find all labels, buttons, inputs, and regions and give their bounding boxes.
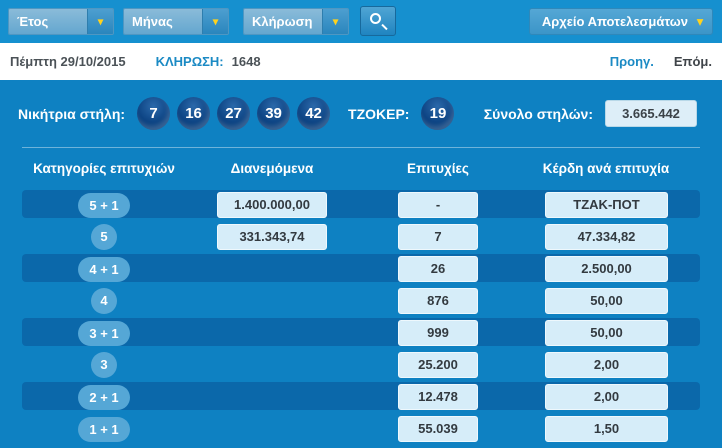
lottery-ball: 39 [257, 97, 291, 130]
chevron-down-icon[interactable] [87, 9, 113, 34]
category-badge: 4 [91, 288, 117, 314]
draw-dropdown[interactable]: Κλήρωση [243, 8, 349, 35]
year-dropdown-label: Έτος [9, 9, 87, 34]
category-cell: 4 [22, 285, 186, 317]
column-header-prize: Κέρδη ανά επιτυχία [542, 161, 670, 176]
table-row: 3 + 1 999 50,00 [0, 317, 722, 349]
winners-count: 876 [398, 288, 478, 314]
category-badge: 1 + 1 [78, 416, 130, 442]
prize-per-winner: 1,50 [545, 416, 668, 442]
prize-per-winner: 47.334,82 [545, 224, 668, 250]
draw-navigation: Προηγ. Επόμ. [610, 54, 712, 69]
prize-per-winner: 50,00 [545, 320, 668, 346]
winning-column-label: Νικήτρια στήλη: [18, 105, 126, 122]
category-badge: 2 + 1 [78, 384, 130, 410]
results-archive-label: Αρχείο Αποτελεσμάτων [541, 14, 688, 29]
table-row: 4 876 50,00 [0, 285, 722, 317]
lottery-ball: 42 [297, 97, 331, 130]
total-columns-value: 3.665.442 [605, 100, 697, 127]
category-cell: 3 [22, 349, 186, 381]
winners-count: 999 [398, 320, 478, 346]
chevron-down-icon[interactable] [322, 9, 348, 34]
table-row: 1 + 1 55.039 1,50 [0, 413, 722, 445]
prize-per-winner: 50,00 [545, 288, 668, 314]
prize-per-winner: 2,00 [545, 352, 668, 378]
column-header-distributed: Διανεμόμενα [230, 161, 314, 176]
category-cell: 4 + 1 [22, 253, 186, 285]
draw-date: Πέμπτη 29/10/2015 [10, 54, 126, 69]
lottery-ball: 27 [217, 97, 251, 130]
winners-count: 12.478 [398, 384, 478, 410]
winning-number-balls: 7 16 27 39 42 [137, 97, 331, 130]
category-badge: 5 [91, 224, 117, 250]
winners-count: - [398, 192, 478, 218]
table-row: 3 25.200 2,00 [0, 349, 722, 381]
column-header-winners: Επιτυχίες [407, 161, 469, 176]
category-cell: 3 + 1 [22, 317, 186, 349]
filter-toolbar: Έτος Μήνας Κλήρωση Αρχείο Αποτελεσμάτων [0, 0, 722, 43]
category-cell: 5 + 1 [22, 189, 186, 221]
draw-dropdown-label: Κλήρωση [244, 9, 322, 34]
total-columns-label: Σύνολο στηλών: [483, 105, 593, 122]
table-row: 5 + 1 1.400.000,00 - ΤΖΑΚ-ΠΟΤ [0, 189, 722, 221]
chevron-down-icon [692, 9, 708, 36]
category-cell: 5 [22, 221, 186, 253]
month-dropdown[interactable]: Μήνας [123, 8, 229, 35]
category-badge: 4 + 1 [78, 256, 130, 282]
year-dropdown[interactable]: Έτος [8, 8, 114, 35]
joker-ball: 19 [421, 97, 455, 130]
draw-number-value: 1648 [231, 54, 261, 69]
results-archive-button[interactable]: Αρχείο Αποτελεσμάτων [528, 8, 713, 36]
category-badge: 5 + 1 [78, 192, 130, 218]
prize-per-winner: 2,00 [545, 384, 668, 410]
draw-info-bar: Πέμπτη 29/10/2015 ΚΛΗΡΩΣΗ: 1648 Προηγ. Ε… [0, 43, 722, 80]
draw-number-label: ΚΛΗΡΩΣΗ: [155, 54, 224, 69]
prize-per-winner: 2.500,00 [545, 256, 668, 282]
winners-count: 55.039 [398, 416, 478, 442]
distributed-amount: 1.400.000,00 [217, 192, 327, 218]
total-columns: Σύνολο στηλών: 3.665.442 [484, 100, 697, 127]
prize-per-winner: ΤΖΑΚ-ΠΟΤ [545, 192, 668, 218]
tzoker-results-page: Έτος Μήνας Κλήρωση Αρχείο Αποτελεσμάτων … [0, 0, 722, 448]
winners-count: 7 [398, 224, 478, 250]
search-icon [370, 13, 381, 24]
table-row: 4 + 1 26 2.500,00 [0, 253, 722, 285]
chevron-down-icon[interactable] [202, 9, 228, 34]
distributed-amount: 331.343,74 [217, 224, 327, 250]
prize-table-header: Κατηγορίες επιτυχιών Διανεμόμενα Επιτυχί… [0, 148, 722, 189]
category-badge: 3 [91, 352, 117, 378]
joker-label: ΤΖΟΚΕΡ: [348, 105, 410, 122]
month-dropdown-label: Μήνας [124, 9, 202, 34]
category-badge: 3 + 1 [78, 320, 130, 346]
winners-count: 26 [398, 256, 478, 282]
column-header-categories: Κατηγορίες επιτυχιών [33, 161, 175, 176]
search-button[interactable] [360, 6, 396, 36]
table-row: 5 331.343,74 7 47.334,82 [0, 221, 722, 253]
category-cell: 1 + 1 [22, 413, 186, 445]
winners-count: 25.200 [398, 352, 478, 378]
winning-numbers-row: Νικήτρια στήλη: 7 16 27 39 42 ΤΖΟΚΕΡ: 19 Σύν… [0, 80, 722, 147]
category-cell: 2 + 1 [22, 381, 186, 413]
table-row: 2 + 1 12.478 2,00 [0, 381, 722, 413]
lottery-ball: 16 [177, 97, 211, 130]
prize-table-rows: 5 + 1 1.400.000,00 - ΤΖΑΚ-ΠΟΤ 5 331.343,74 7 47… [0, 189, 722, 445]
next-draw-link[interactable]: Επόμ. [674, 54, 712, 69]
previous-draw-link[interactable]: Προηγ. [610, 54, 654, 69]
lottery-ball: 7 [137, 97, 171, 130]
